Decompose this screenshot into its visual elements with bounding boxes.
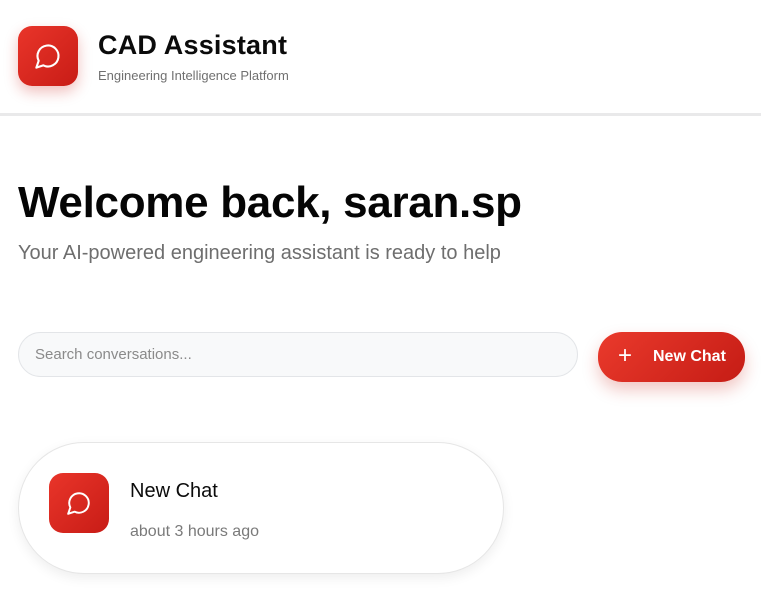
- app-subtitle: Engineering Intelligence Platform: [98, 68, 289, 83]
- new-chat-button-label: New Chat: [653, 348, 726, 365]
- chat-bubble-icon: [35, 44, 60, 69]
- conversation-card[interactable]: New Chat about 3 hours ago: [18, 442, 504, 574]
- app-title: CAD Assistant: [98, 30, 288, 60]
- chat-bubble-icon: [67, 492, 90, 515]
- new-chat-button[interactable]: + New Chat: [598, 332, 745, 382]
- plus-icon: +: [617, 342, 632, 369]
- conversation-title: New Chat: [130, 480, 218, 502]
- welcome-title: Welcome back, saran.sp: [18, 178, 522, 227]
- welcome-subtitle: Your AI-powered engineering assistant is…: [18, 242, 501, 264]
- conversation-timestamp: about 3 hours ago: [130, 523, 259, 540]
- app-header: CAD Assistant Engineering Intelligence P…: [0, 0, 761, 116]
- search-input[interactable]: [18, 332, 578, 377]
- conversation-icon: [49, 473, 109, 533]
- app-logo: [18, 26, 78, 86]
